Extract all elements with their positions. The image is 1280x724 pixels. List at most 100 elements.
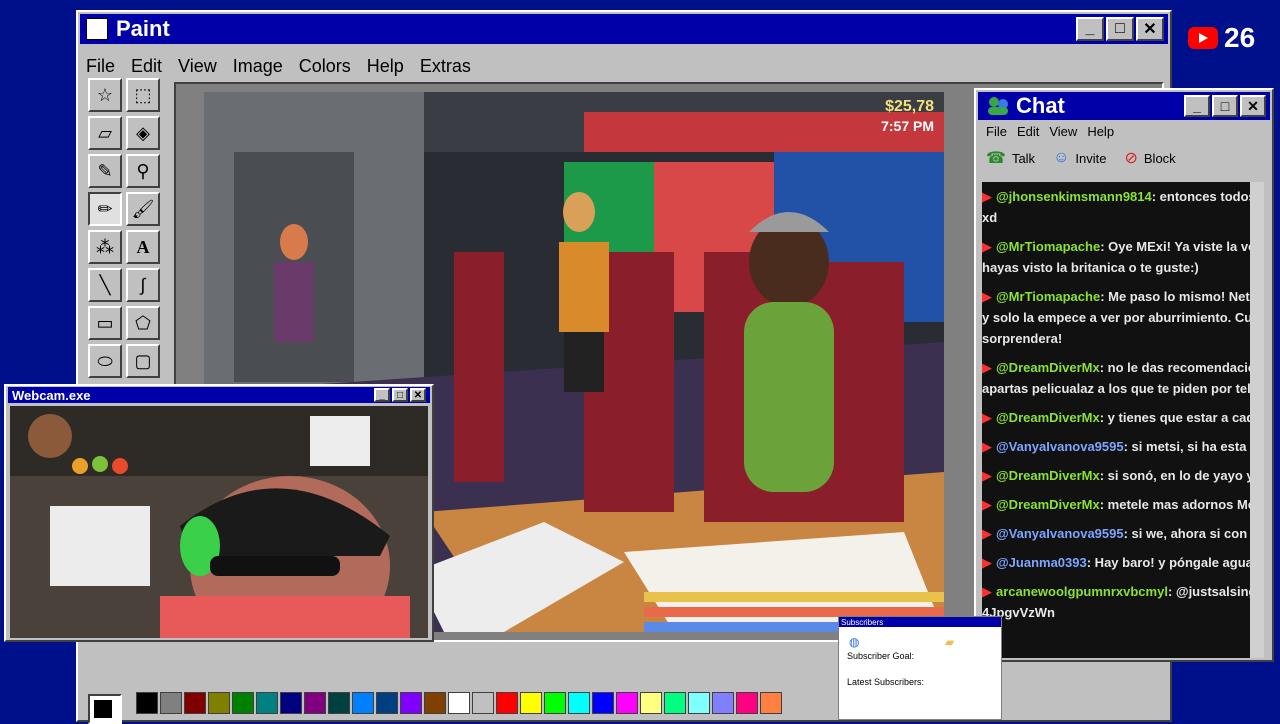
curve-icon[interactable]: ∫ bbox=[126, 268, 160, 302]
youtube-badge-icon: ▶ bbox=[982, 497, 992, 512]
chat-username[interactable]: @MrTiomapache bbox=[996, 239, 1100, 254]
line-icon[interactable]: ╲ bbox=[88, 268, 122, 302]
airbrush-icon[interactable]: ⁂ bbox=[88, 230, 122, 264]
talk-button[interactable]: ☎ Talk bbox=[986, 148, 1035, 168]
chat-text-continued: apartas pelicualaz a los que te piden po… bbox=[982, 381, 1254, 396]
pencil-icon[interactable]: ✏ bbox=[88, 192, 122, 226]
invite-icon: ☺ bbox=[1053, 149, 1070, 166]
palette-swatch[interactable] bbox=[280, 692, 302, 714]
chat-menu-view[interactable]: View bbox=[1049, 124, 1077, 139]
youtube-count: 26 bbox=[1224, 22, 1256, 53]
chat-text: : si we, ahora si con bbox=[1123, 526, 1248, 541]
palette-swatch[interactable] bbox=[640, 692, 662, 714]
chat-username[interactable]: @DreamDiverMx bbox=[996, 497, 1100, 512]
palette-swatch[interactable] bbox=[664, 692, 686, 714]
rect-select-icon[interactable]: ⬚ bbox=[126, 78, 160, 112]
free-select-icon[interactable]: ☆ bbox=[88, 78, 122, 112]
chat-app-icon bbox=[986, 96, 1010, 116]
chat-menu-help[interactable]: Help bbox=[1087, 124, 1114, 139]
chat-username[interactable]: @DreamDiverMx bbox=[996, 468, 1100, 483]
palette-swatch[interactable] bbox=[328, 692, 350, 714]
chat-text: : si metsi, si ha esta bbox=[1123, 439, 1247, 454]
palette-swatch[interactable] bbox=[760, 692, 782, 714]
fill-icon[interactable]: ◈ bbox=[126, 116, 160, 150]
subscribers-titlebar: Subscribers bbox=[839, 617, 1001, 627]
text-icon[interactable]: A bbox=[126, 230, 160, 264]
palette-swatch[interactable] bbox=[376, 692, 398, 714]
chat-minimize-button[interactable]: _ bbox=[1184, 95, 1210, 117]
chat-username[interactable]: arcanewoolgpumnrxvbcmyl bbox=[996, 584, 1168, 599]
chat-username[interactable]: @VanyaIvanova9595 bbox=[996, 526, 1124, 541]
rectangle-icon[interactable]: ▭ bbox=[88, 306, 122, 340]
palette-swatch[interactable] bbox=[256, 692, 278, 714]
chat-username[interactable]: @DreamDiverMx bbox=[996, 360, 1100, 375]
menu-image[interactable]: Image bbox=[233, 56, 283, 77]
rounded-rect-icon[interactable]: ▢ bbox=[126, 344, 160, 378]
menu-view[interactable]: View bbox=[178, 56, 217, 77]
chat-username[interactable]: @Juanma0393 bbox=[996, 555, 1087, 570]
maximize-button[interactable]: □ bbox=[1106, 17, 1134, 41]
chat-message: ▶ @MrTiomapache: Me paso lo mismo! Neta y … bbox=[982, 286, 1254, 349]
palette-swatch[interactable] bbox=[544, 692, 566, 714]
brush-icon[interactable]: 🖌 bbox=[126, 192, 160, 226]
youtube-badge-icon: ▶ bbox=[982, 289, 992, 304]
palette-swatch[interactable] bbox=[688, 692, 710, 714]
palette-swatch[interactable] bbox=[304, 692, 326, 714]
palette-swatch[interactable] bbox=[400, 692, 422, 714]
color-picker-icon[interactable]: ✎ bbox=[88, 154, 122, 188]
chat-close-button[interactable]: ✕ bbox=[1240, 95, 1266, 117]
block-button[interactable]: ⊘ Block bbox=[1124, 148, 1175, 168]
chat-menubar: File Edit View Help bbox=[986, 124, 1114, 139]
palette-swatch[interactable] bbox=[736, 692, 758, 714]
palette-swatch[interactable] bbox=[496, 692, 518, 714]
youtube-badge-icon: ▶ bbox=[982, 360, 992, 375]
eraser-icon[interactable]: ▱ bbox=[88, 116, 122, 150]
palette-swatch[interactable] bbox=[616, 692, 638, 714]
palette-swatch[interactable] bbox=[232, 692, 254, 714]
menu-help[interactable]: Help bbox=[367, 56, 404, 77]
primary-color-swatch bbox=[94, 700, 112, 718]
chat-username[interactable]: @DreamDiverMx bbox=[996, 410, 1100, 425]
palette-swatch[interactable] bbox=[568, 692, 590, 714]
ellipse-icon[interactable]: ⬭ bbox=[88, 344, 122, 378]
chat-text: : Oye MExi! Ya viste la vers bbox=[1100, 239, 1254, 254]
chat-message: ▶ @DreamDiverMx: si sonó, en lo de yayo y… bbox=[982, 465, 1254, 486]
chat-username[interactable]: @jhonsenkimsmann9814 bbox=[996, 189, 1152, 204]
chat-menu-file[interactable]: File bbox=[986, 124, 1007, 139]
minimize-button[interactable]: _ bbox=[1076, 17, 1104, 41]
webcam-maximize-button[interactable]: □ bbox=[392, 388, 408, 402]
menu-file[interactable]: File bbox=[86, 56, 115, 77]
palette-swatch[interactable] bbox=[136, 692, 158, 714]
palette-swatch[interactable] bbox=[448, 692, 470, 714]
webcam-minimize-button[interactable]: _ bbox=[374, 388, 390, 402]
chat-username[interactable]: @MrTiomapache bbox=[996, 289, 1100, 304]
menu-edit[interactable]: Edit bbox=[131, 56, 162, 77]
chat-text-continued: sorprendera! bbox=[982, 331, 1063, 346]
menu-colors[interactable]: Colors bbox=[299, 56, 351, 77]
chat-text: : metele mas adornos Mets bbox=[1099, 497, 1254, 512]
chat-maximize-button[interactable]: □ bbox=[1212, 95, 1238, 117]
palette-swatch[interactable] bbox=[352, 692, 374, 714]
close-button[interactable]: ✕ bbox=[1136, 17, 1164, 41]
palette-swatch[interactable] bbox=[592, 692, 614, 714]
webcam-close-button[interactable]: ✕ bbox=[410, 388, 426, 402]
palette-swatch[interactable] bbox=[184, 692, 206, 714]
chat-scrollbar[interactable] bbox=[1250, 182, 1264, 658]
palette-swatch[interactable] bbox=[472, 692, 494, 714]
palette-swatch[interactable] bbox=[712, 692, 734, 714]
palette-swatch[interactable] bbox=[520, 692, 542, 714]
magnifier-icon[interactable]: ⚲ bbox=[126, 154, 160, 188]
youtube-badge-icon: ▶ bbox=[982, 439, 992, 454]
palette-swatch[interactable] bbox=[160, 692, 182, 714]
menu-extras[interactable]: Extras bbox=[420, 56, 471, 77]
paint-app-icon bbox=[86, 18, 108, 40]
block-label: Block bbox=[1143, 150, 1176, 166]
chat-menu-edit[interactable]: Edit bbox=[1017, 124, 1039, 139]
chat-message: ▶ @DreamDiverMx: y tienes que estar a cad… bbox=[982, 407, 1254, 428]
palette-swatch[interactable] bbox=[424, 692, 446, 714]
folder-icon: ▰ bbox=[945, 635, 955, 649]
palette-swatch[interactable] bbox=[208, 692, 230, 714]
invite-button[interactable]: ☺ Invite bbox=[1053, 148, 1106, 168]
chat-username[interactable]: @VanyaIvanova9595 bbox=[996, 439, 1124, 454]
polygon-icon[interactable]: ⬠ bbox=[126, 306, 160, 340]
